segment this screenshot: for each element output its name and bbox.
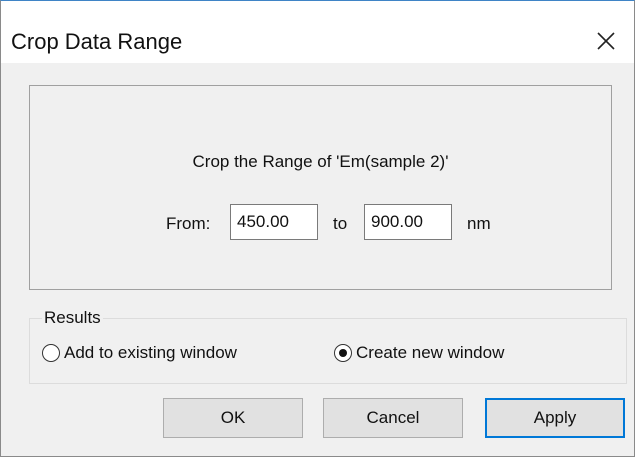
radio-label: Create new window [356, 343, 505, 362]
ok-button[interactable]: OK [163, 398, 303, 438]
results-legend: Results [42, 307, 103, 329]
cancel-button[interactable]: Cancel [323, 398, 463, 438]
add-to-existing-window-radio[interactable]: Add to existing window [42, 339, 237, 367]
results-group: Results Add to existing window Create ne… [29, 307, 627, 384]
crop-data-range-dialog: Crop Data Range Crop the Range of 'Em(sa… [0, 0, 635, 457]
range-row: From: to nm [30, 204, 611, 242]
close-button[interactable] [586, 21, 626, 61]
radio-label: Add to existing window [64, 343, 237, 362]
create-new-window-radio[interactable]: Create new window [334, 339, 504, 367]
window-title: Crop Data Range [11, 29, 183, 54]
to-input[interactable] [364, 204, 452, 240]
close-icon [597, 32, 615, 50]
range-panel: Crop the Range of 'Em(sample 2)' From: t… [29, 85, 612, 290]
title-bar: Crop Data Range [1, 1, 634, 63]
crop-prompt: Crop the Range of 'Em(sample 2)' [192, 152, 449, 171]
from-label: From: [166, 214, 211, 233]
from-input[interactable] [230, 204, 318, 240]
radio-selected-dot [339, 349, 347, 357]
apply-button[interactable]: Apply [485, 398, 625, 438]
radio-circle [334, 344, 352, 362]
to-label: to [333, 214, 348, 233]
radio-circle [42, 344, 60, 362]
dialog-body: Crop the Range of 'Em(sample 2)' From: t… [1, 63, 634, 456]
unit-label: nm [467, 214, 491, 233]
